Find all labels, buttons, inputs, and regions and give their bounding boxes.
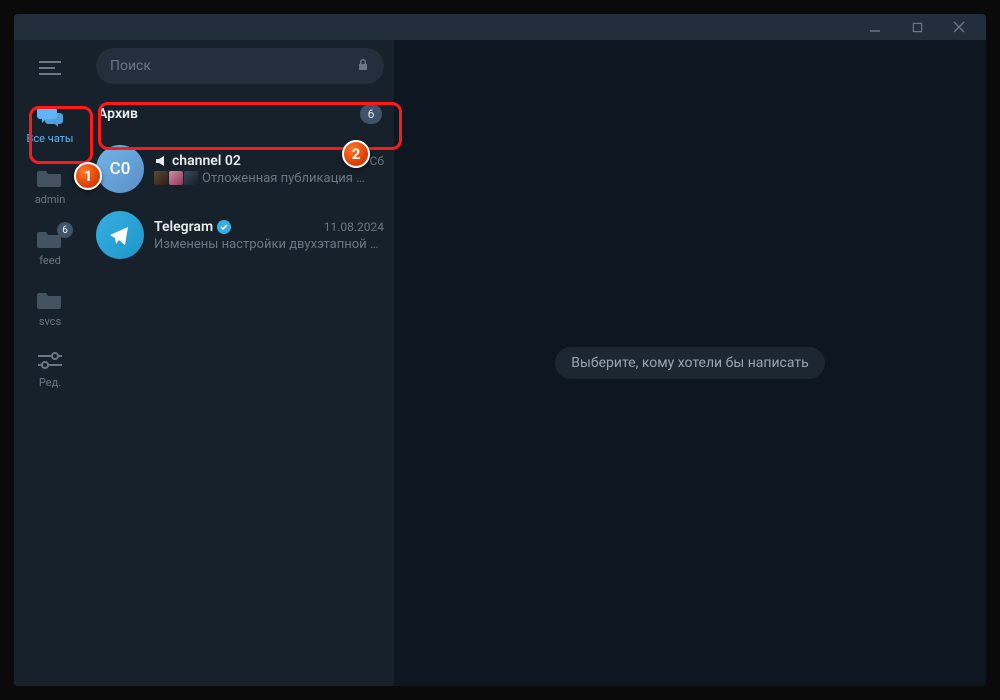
folder-svcs[interactable]: svcs [20,279,80,332]
folder-label: Все чаты [27,132,74,145]
chat-list-column: Архив 6 C0 channel 02 [86,40,394,686]
sliders-icon [35,348,65,374]
folder-all-chats[interactable]: Все чаты [20,96,80,149]
folder-edit[interactable]: Ред. [20,340,80,393]
maximize-button[interactable] [896,14,938,40]
checks-icon [352,154,368,168]
folder-label: feed [39,254,61,267]
archive-title: Архив [98,106,138,122]
search-input[interactable] [110,58,310,74]
menu-button[interactable] [30,52,70,84]
verified-icon [217,220,231,234]
preview-thumbs [154,171,198,185]
chat-name-text: channel 02 [172,153,241,169]
folder-icon: 6 [35,226,65,252]
archive-badge: 6 [360,104,382,124]
chats-icon [35,104,65,130]
main-panel: Выберите, кому хотели бы написать [394,40,986,686]
lock-icon [356,57,370,76]
folder-label: svcs [39,315,61,328]
folder-icon [35,287,65,313]
folder-feed[interactable]: 6 feed [20,218,80,271]
titlebar [14,14,986,40]
search-field[interactable] [96,48,384,84]
folder-rail: Все чаты admin 6 feed svcs [14,40,86,686]
app-window: Все чаты admin 6 feed svcs [14,14,986,686]
chat-item-channel02[interactable]: C0 channel 02 Сб [86,136,394,202]
folder-icon [35,165,65,191]
close-button[interactable] [938,14,980,40]
archive-row[interactable]: Архив 6 [86,92,394,136]
avatar [96,211,144,259]
chat-preview: Отложенная публикация … [202,171,384,186]
chat-name-text: Telegram [154,219,213,235]
megaphone-icon [154,154,168,168]
folder-admin[interactable]: admin [20,157,80,210]
chat-item-telegram[interactable]: Telegram 11.08.2024 Изменены настройки д… [86,202,394,268]
folder-badge: 6 [57,222,73,238]
chat-date-text: 11.08.2024 [324,220,384,234]
minimize-button[interactable] [854,14,896,40]
empty-placeholder: Выберите, кому хотели бы написать [555,347,824,379]
folder-label: Ред. [39,376,61,389]
chat-date-text: Сб [370,154,384,168]
chat-preview: Изменены настройки двухэтапной … [154,237,384,252]
avatar: C0 [96,145,144,193]
folder-label: admin [35,193,66,206]
